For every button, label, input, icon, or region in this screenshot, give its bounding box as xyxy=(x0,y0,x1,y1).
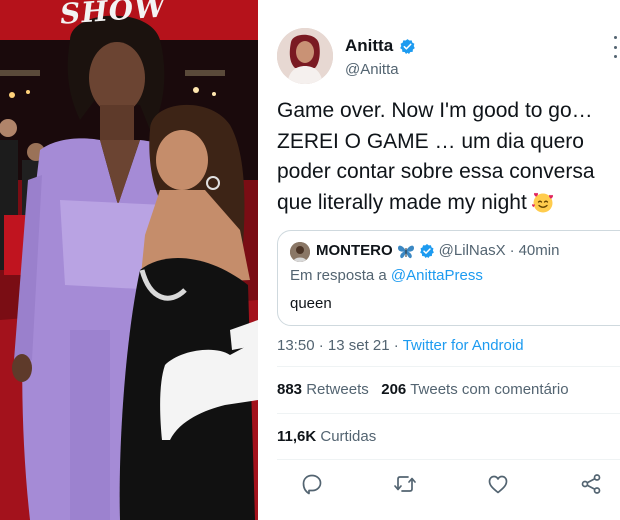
share-icon[interactable] xyxy=(579,472,603,496)
meta-separator: · xyxy=(318,337,324,354)
quotes-count: 206 xyxy=(381,381,407,398)
like-icon[interactable] xyxy=(486,472,510,496)
action-bar xyxy=(262,470,620,500)
quoted-name-row: MONTERO @LilNasX · 40min xyxy=(316,242,559,259)
retweets-label: Retweets xyxy=(306,381,369,398)
author-handle[interactable]: @Anitta xyxy=(345,61,399,78)
author-name-row: Anitta xyxy=(345,36,416,56)
quoted-text: queen xyxy=(290,295,332,312)
meta-separator: · xyxy=(393,337,399,354)
quoted-handle: @LilNasX xyxy=(438,242,506,259)
smiling-face-with-hearts-icon xyxy=(531,192,553,212)
tweet-text: Game over. Now I'm good to go… ZEREI O G… xyxy=(277,96,620,218)
more-options-icon[interactable] xyxy=(610,36,620,58)
tweet-card: Anitta @Anitta Game over. Now I'm good t… xyxy=(262,0,620,520)
quoted-display-name: MONTERO xyxy=(316,242,393,259)
reply-icon[interactable] xyxy=(300,472,324,496)
quotes-label: Tweets com comentário xyxy=(410,381,569,398)
quoted-time: 40min xyxy=(518,242,560,259)
tweet-time[interactable]: 13:50 xyxy=(277,337,315,354)
quoted-tweet[interactable]: MONTERO @LilNasX · 40min Em resposta a @… xyxy=(277,230,620,326)
avatar-image xyxy=(277,28,333,84)
butterfly-icon xyxy=(397,245,414,258)
divider-line xyxy=(277,366,620,367)
likes-count: 11,6K xyxy=(277,428,317,445)
quoted-verified-badge-icon xyxy=(419,243,434,258)
author-avatar[interactable] xyxy=(277,28,333,84)
quoted-separator: · xyxy=(509,242,515,259)
retweets-count: 883 xyxy=(277,381,303,398)
tweet-source-link[interactable]: Twitter for Android xyxy=(403,337,524,354)
quotes-stat[interactable]: 206 Tweets com comentário xyxy=(381,381,568,398)
retweets-stat[interactable]: 883 Retweets xyxy=(277,381,373,398)
quoted-author-avatar xyxy=(290,242,310,262)
reply-prefix: Em resposta a xyxy=(290,267,387,284)
tweet-meta: 13:50 · 13 set 21 · Twitter for Android xyxy=(277,337,524,354)
photo-illustration xyxy=(0,0,258,520)
retweet-stats: 883 Retweets 206 Tweets com comentário xyxy=(277,381,569,398)
retweet-icon[interactable] xyxy=(393,472,417,496)
likes-stat[interactable]: 11,6K Curtidas xyxy=(277,428,376,445)
divider-line xyxy=(277,459,620,460)
divider-line xyxy=(277,413,620,414)
author-display-name[interactable]: Anitta xyxy=(345,36,393,56)
quoted-avatar-image xyxy=(290,242,310,262)
red-carpet-photo: SHOW xyxy=(0,0,258,520)
reply-to-handle[interactable]: @AnittaPress xyxy=(391,267,483,284)
reply-context: Em resposta a @AnittaPress xyxy=(290,267,483,284)
likes-label: Curtidas xyxy=(320,428,377,445)
verified-badge-icon xyxy=(400,38,415,54)
tweet-date[interactable]: 13 set 21 xyxy=(328,337,390,354)
